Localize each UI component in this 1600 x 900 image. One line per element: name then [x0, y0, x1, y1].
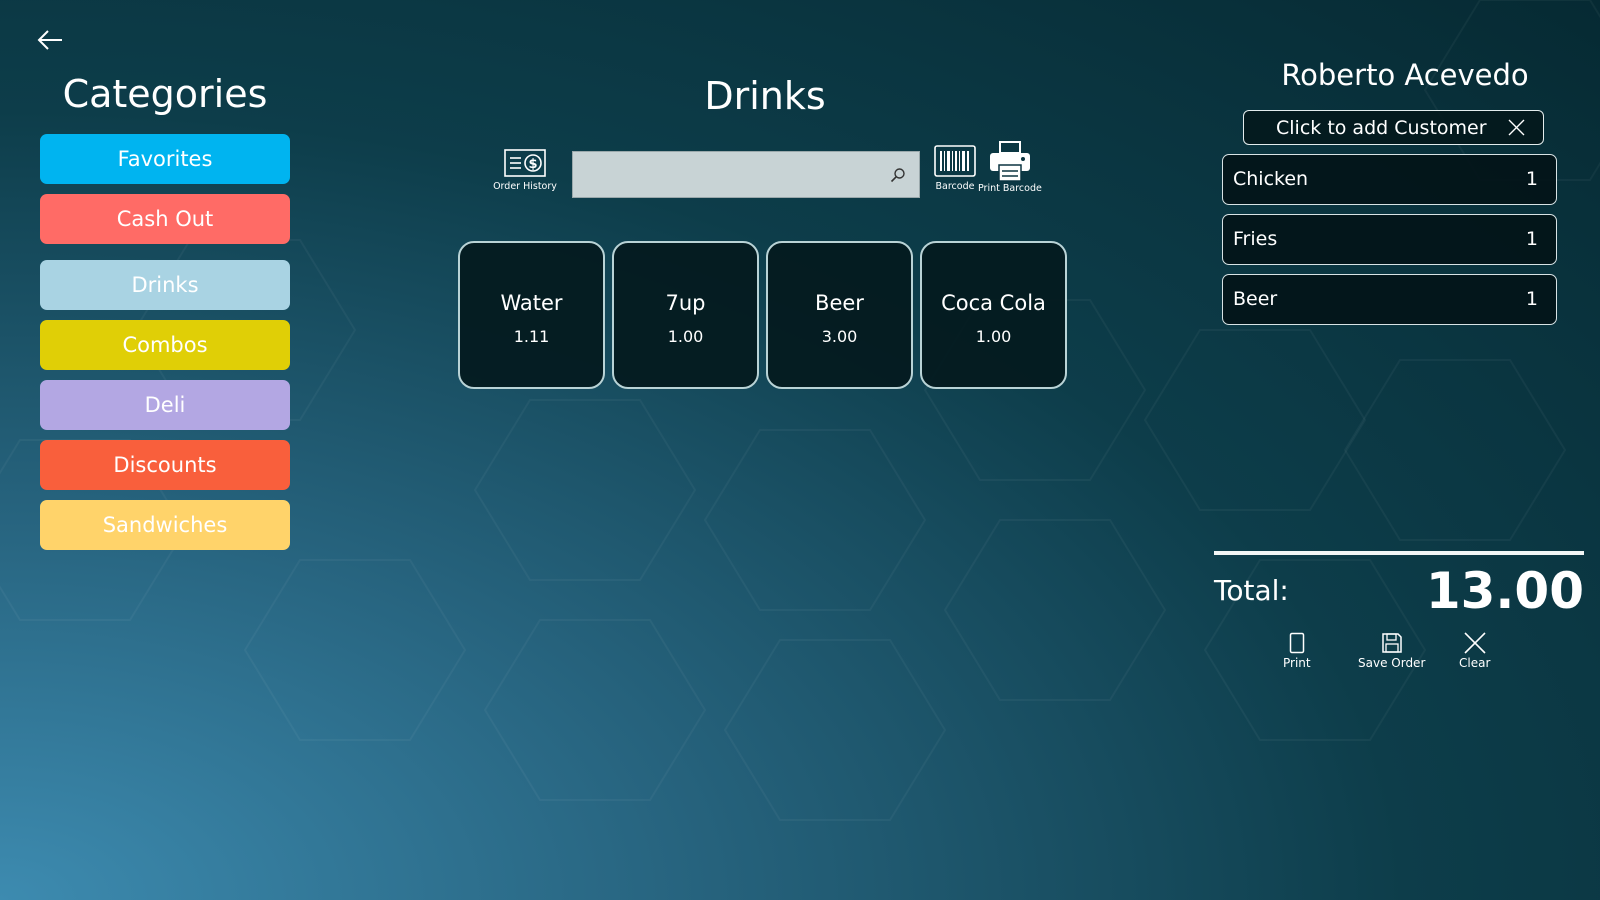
categories-title: Categories	[62, 72, 268, 116]
total-divider	[1214, 551, 1584, 555]
product-price: 3.00	[821, 327, 858, 346]
product-name: Water	[500, 291, 563, 315]
floppy-disk-icon	[1381, 633, 1402, 653]
product-name: 7up	[665, 291, 706, 315]
category-sandwiches-button[interactable]: Sandwiches	[40, 500, 290, 550]
arrow-left-icon	[37, 30, 62, 50]
clear-label: Clear	[1459, 656, 1491, 670]
section-title: Drinks	[704, 74, 826, 118]
category-combos-button[interactable]: Combos	[40, 320, 290, 370]
money-list-icon: $	[504, 149, 546, 177]
product-tile[interactable]: Coca Cola 1.00	[920, 241, 1067, 389]
product-tile[interactable]: Water 1.11	[458, 241, 605, 389]
total-value: 13.00	[1425, 562, 1584, 620]
product-tile[interactable]: 7up 1.00	[612, 241, 759, 389]
close-icon[interactable]	[1508, 119, 1525, 136]
product-price: 1.11	[513, 327, 550, 346]
product-name: Coca Cola	[941, 291, 1046, 315]
order-item-qty: 1	[1525, 228, 1538, 250]
save-order-button[interactable]: Save Order	[1358, 632, 1425, 670]
order-history-label: Order History	[493, 181, 557, 192]
order-item-name: Beer	[1233, 288, 1278, 310]
print-barcode-label: Print Barcode	[978, 183, 1042, 194]
svg-text:$: $	[528, 157, 537, 172]
search-icon[interactable]	[889, 166, 907, 184]
barcode-label: Barcode	[935, 181, 975, 192]
print-button[interactable]: Print	[1283, 632, 1311, 670]
close-icon	[1464, 632, 1486, 654]
user-name: Roberto Acevedo	[1281, 58, 1529, 92]
category-discounts-button[interactable]: Discounts	[40, 440, 290, 490]
barcode-button[interactable]: Barcode	[934, 145, 976, 192]
barcode-icon	[934, 145, 976, 177]
order-item-qty: 1	[1525, 288, 1538, 310]
product-search	[572, 151, 920, 198]
back-button[interactable]	[34, 24, 66, 56]
add-customer-label: Click to add Customer	[1276, 117, 1487, 139]
category-deli-button[interactable]: Deli	[40, 380, 290, 430]
product-name: Beer	[815, 291, 864, 315]
save-order-label: Save Order	[1358, 656, 1426, 670]
product-tile[interactable]: Beer 3.00	[766, 241, 913, 389]
category-favorites-button[interactable]: Favorites	[40, 134, 290, 184]
product-price: 1.00	[667, 327, 704, 346]
order-item[interactable]: Beer 1	[1222, 274, 1557, 325]
category-drinks-button[interactable]: Drinks	[40, 260, 290, 310]
add-customer-button[interactable]: Click to add Customer	[1243, 110, 1544, 145]
order-item-name: Chicken	[1233, 168, 1309, 190]
order-item[interactable]: Fries 1	[1222, 214, 1557, 265]
clear-button[interactable]: Clear	[1459, 632, 1490, 670]
order-item[interactable]: Chicken 1	[1222, 154, 1557, 205]
category-cash-out-button[interactable]: Cash Out	[40, 194, 290, 244]
total-label: Total:	[1214, 574, 1289, 607]
search-input[interactable]	[573, 152, 893, 197]
order-item-qty: 1	[1525, 168, 1538, 190]
order-item-name: Fries	[1233, 228, 1278, 250]
product-price: 1.00	[975, 327, 1012, 346]
page-icon	[1289, 632, 1305, 654]
print-barcode-button[interactable]: Print Barcode	[978, 141, 1042, 194]
printer-icon	[989, 141, 1030, 182]
print-label: Print	[1283, 656, 1311, 670]
order-history-button[interactable]: $ Order History	[490, 149, 560, 192]
